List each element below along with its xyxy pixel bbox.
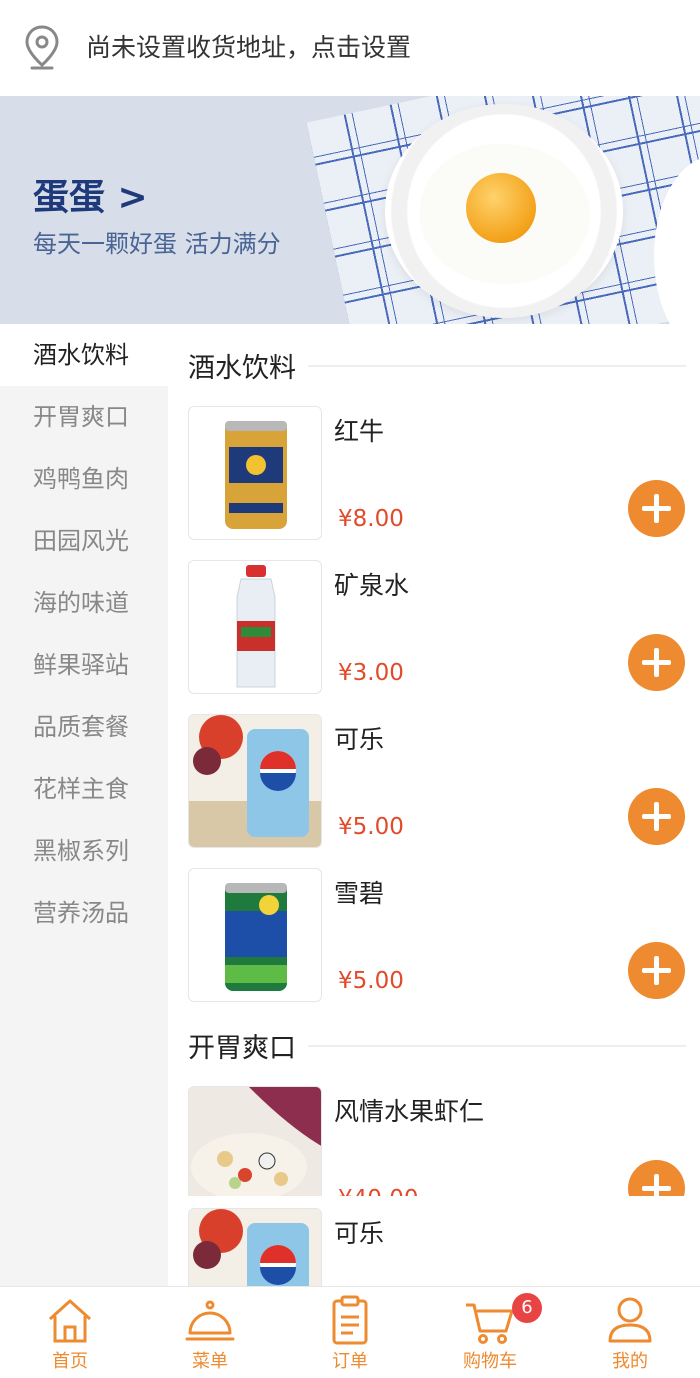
product-price: ¥3.00 xyxy=(338,660,404,686)
tab-label: 菜单 xyxy=(192,1351,228,1372)
product-image-cola xyxy=(188,714,322,848)
add-to-cart-button[interactable] xyxy=(628,942,685,999)
product-name: 矿泉水 xyxy=(334,571,410,600)
clipboard-icon xyxy=(332,1295,368,1345)
category-item-pepper[interactable]: 黑椒系列 xyxy=(0,820,168,882)
section-title: 开胃爽口 xyxy=(188,1033,296,1064)
product-image-cola xyxy=(188,1208,322,1286)
address-bar[interactable]: 尚未设置收货地址，点击设置 xyxy=(0,0,700,96)
section-title: 酒水饮料 xyxy=(188,353,296,384)
section-header-drinks: 酒水饮料 xyxy=(188,346,686,385)
add-to-cart-button[interactable] xyxy=(628,480,685,537)
tab-profile[interactable]: 我的 xyxy=(560,1287,700,1378)
category-item-fruit[interactable]: 鲜果驿站 xyxy=(0,634,168,696)
category-item-appetizers[interactable]: 开胃爽口 xyxy=(0,386,168,448)
product-list: 酒水饮料 红牛 ¥8.00 矿泉水 ¥3.00 可乐 ¥5.00 雪碧 ¥5.0… xyxy=(168,324,700,1286)
product-name: 雪碧 xyxy=(334,879,385,908)
tab-label: 首页 xyxy=(52,1351,88,1372)
section-header-appetizers: 开胃爽口 xyxy=(188,1026,686,1065)
product-card[interactable]: 矿泉水 ¥3.00 xyxy=(188,560,688,696)
home-icon xyxy=(48,1299,92,1343)
tab-label: 订单 xyxy=(332,1351,368,1372)
product-name: 红牛 xyxy=(334,417,385,446)
product-image-redbull xyxy=(188,406,322,540)
add-to-cart-button[interactable] xyxy=(628,634,685,691)
cart-icon xyxy=(466,1303,514,1344)
product-price: ¥8.00 xyxy=(338,506,404,532)
product-image-shrimp xyxy=(188,1086,322,1196)
category-item-vegetables[interactable]: 田园风光 xyxy=(0,510,168,572)
category-item-soup[interactable]: 营养汤品 xyxy=(0,882,168,944)
category-item-meat[interactable]: 鸡鸭鱼肉 xyxy=(0,448,168,510)
tab-label: 我的 xyxy=(612,1351,648,1372)
section-divider xyxy=(308,364,686,367)
product-image-sprite xyxy=(188,868,322,1002)
product-price: ¥5.00 xyxy=(338,814,404,840)
category-sidebar: 酒水饮料 开胃爽口 鸡鸭鱼肉 田园风光 海的味道 鲜果驿站 品质套餐 花样主食 … xyxy=(0,324,168,1286)
add-to-cart-button[interactable] xyxy=(628,1160,685,1196)
category-item-combos[interactable]: 品质套餐 xyxy=(0,696,168,758)
tab-menu[interactable]: 菜单 xyxy=(140,1287,280,1378)
bottom-tab-bar: 首页 菜单 订单 6 购物车 我的 xyxy=(0,1286,700,1378)
category-item-drinks[interactable]: 酒水饮料 xyxy=(0,324,168,386)
product-price: ¥5.00 xyxy=(338,968,404,994)
banner-title: 蛋蛋 > xyxy=(33,177,148,218)
location-pin-icon xyxy=(25,25,59,70)
address-text[interactable]: 尚未设置收货地址，点击设置 xyxy=(86,28,411,64)
tab-cart[interactable]: 6 购物车 xyxy=(420,1287,560,1378)
product-card[interactable]: 红牛 ¥8.00 xyxy=(188,406,688,542)
cloche-icon xyxy=(185,1300,235,1341)
product-name: 风情水果虾仁 xyxy=(334,1097,485,1126)
cart-count-badge: 6 xyxy=(512,1293,542,1323)
add-to-cart-button[interactable] xyxy=(628,788,685,845)
product-card[interactable]: 可乐 xyxy=(188,1208,688,1286)
egg-yolk-image xyxy=(466,173,536,243)
product-name: 可乐 xyxy=(334,725,385,754)
banner-subtitle: 每天一颗好蛋 活力满分 xyxy=(33,230,281,258)
product-name: 可乐 xyxy=(334,1219,385,1248)
product-card[interactable]: 风情水果虾仁 ¥40.00 xyxy=(188,1086,688,1196)
promo-banner[interactable]: 蛋蛋 > 每天一颗好蛋 活力满分 xyxy=(0,96,700,324)
product-card[interactable]: 可乐 ¥5.00 xyxy=(188,714,688,850)
category-item-seafood[interactable]: 海的味道 xyxy=(0,572,168,634)
section-divider xyxy=(308,1044,686,1047)
tab-orders[interactable]: 订单 xyxy=(280,1287,420,1378)
user-icon xyxy=(608,1297,652,1343)
tab-home[interactable]: 首页 xyxy=(0,1287,140,1378)
product-card[interactable]: 雪碧 ¥5.00 xyxy=(188,868,688,1004)
product-image-water xyxy=(188,560,322,694)
category-item-staples[interactable]: 花样主食 xyxy=(0,758,168,820)
tab-label: 购物车 xyxy=(463,1351,517,1372)
product-price: ¥40.00 xyxy=(338,1186,418,1196)
